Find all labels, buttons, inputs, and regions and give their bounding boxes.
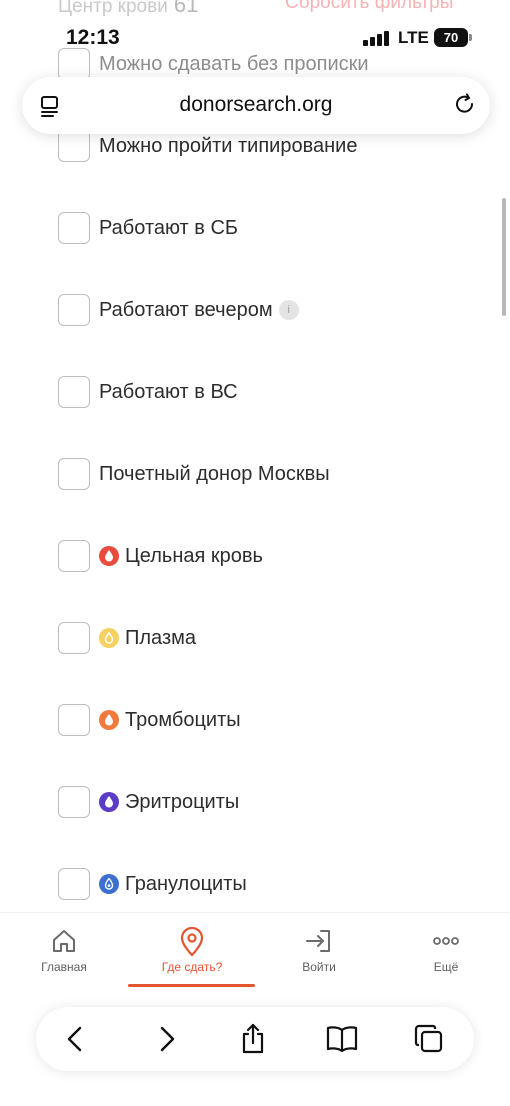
tab-home[interactable]: Главная	[0, 913, 128, 989]
filter-whole-blood[interactable]: Цельная кровь	[58, 540, 263, 572]
plasma-drop-icon	[99, 628, 119, 648]
reload-icon[interactable]	[452, 92, 478, 118]
filter-label: Работают в ВС	[99, 380, 238, 403]
tab-login[interactable]: Войти	[255, 913, 383, 989]
battery-icon: 70	[434, 28, 472, 47]
active-tab-indicator	[128, 984, 255, 987]
tab-label: Где сдать?	[161, 960, 223, 974]
filter-label: Почетный донор Москвы	[99, 462, 330, 485]
filter-label: Можно пройти типирование	[99, 134, 358, 157]
checkbox[interactable]	[58, 786, 90, 818]
filter-granulocytes[interactable]: Гранулоциты	[58, 868, 247, 900]
more-icon	[433, 937, 459, 945]
filter-label: Плазма	[125, 626, 196, 649]
filter-label: Цельная кровь	[125, 544, 263, 567]
platelets-drop-icon	[99, 710, 119, 730]
filter-sunday[interactable]: Работают в ВС	[58, 376, 238, 408]
checkbox[interactable]	[58, 622, 90, 654]
filter-label: Работают в СБ	[99, 216, 239, 239]
checkbox[interactable]	[58, 540, 90, 572]
checkbox[interactable]	[58, 704, 90, 736]
url-text[interactable]: donorsearch.org	[22, 93, 490, 117]
forward-icon[interactable]	[150, 1023, 182, 1055]
filter-platelets[interactable]: Тромбоциты	[58, 704, 241, 736]
tab-label: Войти	[302, 960, 336, 974]
browser-toolbar	[36, 1007, 474, 1071]
tab-label: Главная	[41, 960, 87, 974]
filter-label: Тромбоциты	[125, 708, 241, 731]
back-icon[interactable]	[60, 1023, 92, 1055]
bottom-tab-bar: Главная Где сдать? Войти Ещё	[0, 912, 510, 992]
granulocytes-drop-icon	[99, 874, 119, 894]
checkbox[interactable]	[58, 376, 90, 408]
erythrocytes-drop-icon	[99, 792, 119, 812]
filter-label: Эритроциты	[125, 790, 240, 813]
checkbox[interactable]	[58, 458, 90, 490]
filter-label: Работают вечером	[99, 298, 273, 321]
blood-drop-icon	[99, 546, 119, 566]
share-icon[interactable]	[237, 1023, 269, 1055]
filter-saturday[interactable]: Работают в СБ	[58, 212, 238, 244]
cellular-signal-icon	[363, 30, 389, 46]
checkbox[interactable]	[58, 130, 90, 162]
tabs-icon[interactable]	[413, 1023, 445, 1055]
network-type: LTE	[398, 28, 429, 47]
checkbox[interactable]	[58, 212, 90, 244]
filter-plasma[interactable]: Плазма	[58, 622, 196, 654]
filter-typing[interactable]: Можно пройти типирование	[58, 130, 357, 162]
filter-evening[interactable]: Работают вечером i	[58, 294, 299, 326]
checkbox[interactable]	[58, 294, 90, 326]
bookmarks-icon[interactable]	[325, 1023, 358, 1055]
info-icon[interactable]: i	[278, 300, 299, 320]
clock: 12:13	[66, 26, 120, 49]
checkbox[interactable]	[58, 868, 90, 900]
tab-label: Ещё	[433, 960, 459, 974]
filter-erythrocytes[interactable]: Эритроциты	[58, 786, 239, 818]
filter-honorary-donor[interactable]: Почетный донор Москвы	[58, 458, 330, 490]
home-icon	[53, 930, 75, 952]
status-bar: 12:13 LTE 70	[0, 0, 510, 72]
tab-where-to-donate[interactable]: Где сдать?	[128, 913, 256, 989]
filter-label: Гранулоциты	[125, 872, 247, 895]
tab-more[interactable]: Ещё	[382, 913, 510, 989]
address-bar[interactable]: donorsearch.org	[22, 77, 490, 134]
scrollbar[interactable]	[502, 198, 506, 316]
login-icon	[306, 930, 330, 952]
location-pin-icon	[180, 927, 204, 957]
